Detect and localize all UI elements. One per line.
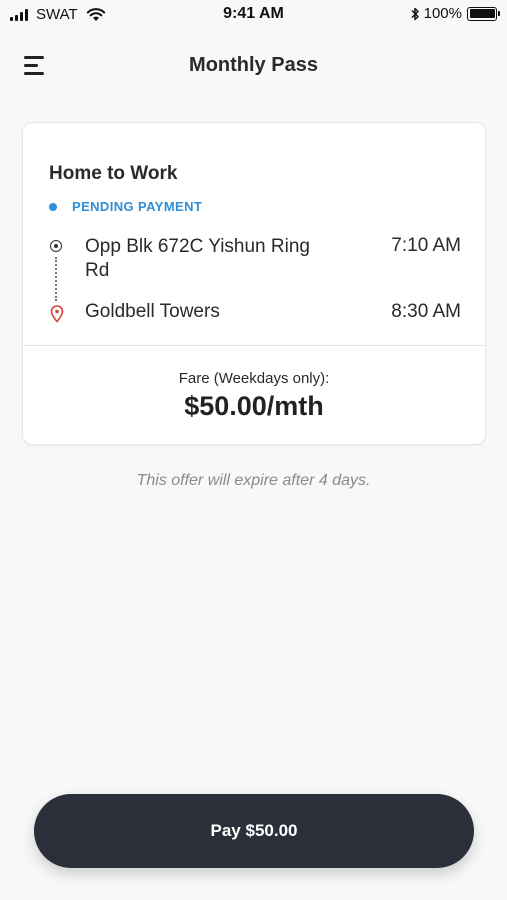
origin-stop-name: Opp Blk 672C Yishun Ring Rd xyxy=(85,236,310,281)
status-badge: PENDING PAYMENT xyxy=(49,199,202,214)
battery-percentage: 100% xyxy=(423,5,462,22)
card-divider xyxy=(23,345,485,346)
pass-card: Home to Work PENDING PAYMENT Opp Blk 672… xyxy=(22,122,486,445)
fare-label: Fare (Weekdays only): xyxy=(178,370,330,387)
status-bar: SWAT 9:41 AM 100% xyxy=(0,0,507,30)
page-title: Monthly Pass xyxy=(189,54,318,76)
nav-header: Monthly Pass xyxy=(0,40,507,92)
bluetooth-icon xyxy=(411,7,419,20)
trip-title: Home to Work xyxy=(49,163,178,184)
destination-stop-name: Goldbell Towers xyxy=(85,301,220,322)
fare-amount: $50.00/mth xyxy=(184,391,324,421)
route-line xyxy=(55,257,57,301)
status-dot-icon xyxy=(49,202,57,211)
location-pin-icon xyxy=(50,305,64,323)
destination-time: 8:30 AM xyxy=(391,301,461,322)
status-text: PENDING PAYMENT xyxy=(72,199,203,214)
battery-icon xyxy=(467,6,500,21)
pay-button[interactable]: Pay $50.00 xyxy=(34,794,474,868)
origin-dot-icon xyxy=(50,240,62,252)
status-right: 100% xyxy=(410,5,500,22)
origin-time: 7:10 AM xyxy=(391,235,461,256)
expiry-note: This offer will expire after 4 days. xyxy=(136,472,371,489)
